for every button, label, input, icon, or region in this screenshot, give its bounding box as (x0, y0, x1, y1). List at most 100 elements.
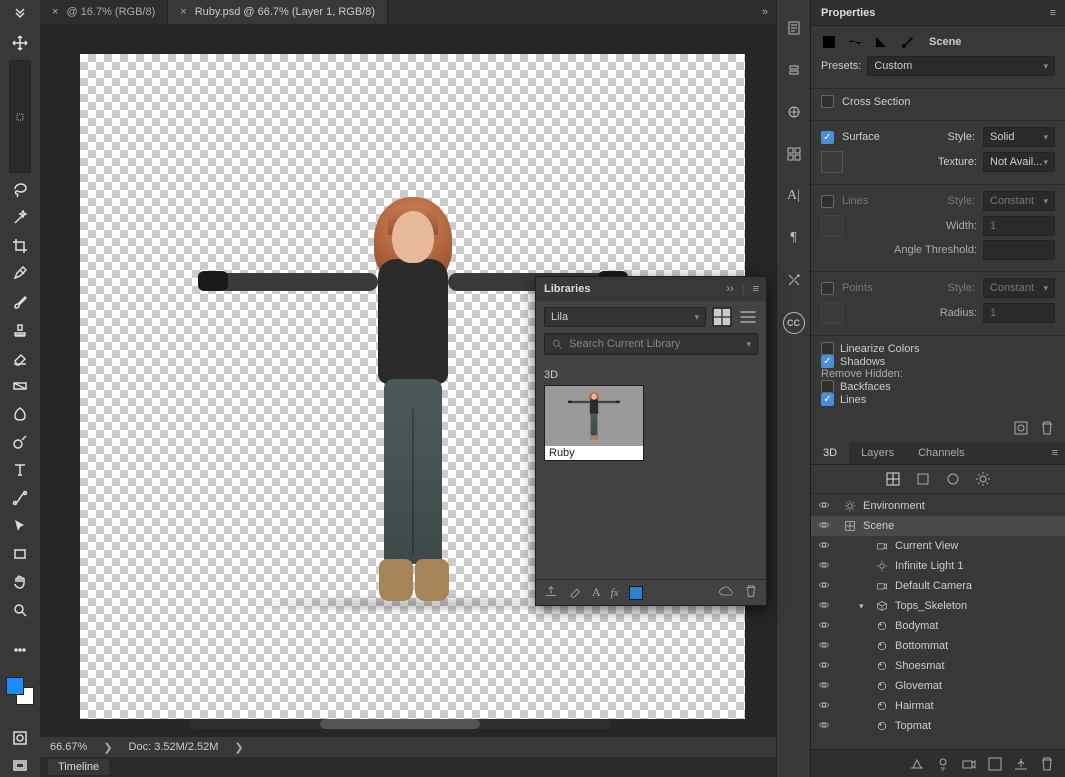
crop-tool[interactable] (9, 235, 31, 257)
surface-style-select[interactable]: Solid▾ (983, 127, 1055, 147)
lines-checkbox[interactable] (821, 195, 834, 208)
visibility-icon[interactable] (817, 639, 831, 654)
surface-checkbox[interactable]: ✓ (821, 131, 834, 144)
eraser-tool[interactable] (9, 347, 31, 369)
visibility-icon[interactable] (817, 519, 831, 534)
filter-mesh-icon[interactable] (915, 471, 931, 487)
foreground-color-swatch[interactable] (6, 677, 24, 695)
grid-view-icon[interactable] (712, 307, 732, 327)
render-icon[interactable] (1013, 420, 1029, 436)
backfaces-checkbox[interactable] (821, 380, 834, 393)
visibility-icon[interactable] (817, 579, 831, 594)
library-asset[interactable]: Ruby (544, 385, 644, 461)
libraries-header[interactable]: Libraries ›› | ≡ (536, 277, 766, 301)
mesh-icon[interactable] (821, 34, 837, 50)
stamp-tool[interactable] (9, 319, 31, 341)
tree-item[interactable]: Scene (811, 516, 1065, 536)
tree-item[interactable]: Bodymat (811, 616, 1065, 636)
color-swatches[interactable] (6, 677, 34, 705)
ground-plane-icon[interactable] (909, 756, 925, 772)
panel-menu-icon[interactable]: ≡ (753, 283, 758, 295)
cloud-icon[interactable] (718, 584, 734, 601)
render-icon[interactable] (987, 756, 1003, 772)
char-style-icon[interactable]: A (592, 585, 601, 600)
dodge-tool[interactable] (9, 431, 31, 453)
visibility-icon[interactable] (817, 499, 831, 514)
points-radius-input[interactable]: 1 (983, 303, 1055, 323)
type-tool[interactable] (9, 459, 31, 481)
visibility-icon[interactable] (817, 719, 831, 734)
chevron-icon[interactable]: ❯ (234, 741, 243, 754)
visibility-icon[interactable] (817, 619, 831, 634)
marquee-tool[interactable] (9, 60, 31, 173)
lines-angle-input[interactable] (983, 240, 1055, 260)
surface-color-swatch[interactable] (821, 151, 843, 173)
collapse-icon[interactable]: ›› (726, 283, 733, 295)
surface-texture-select[interactable]: Not Avail...▾ (983, 152, 1055, 172)
horizontal-scrollbar[interactable] (190, 719, 610, 729)
new-light-icon[interactable] (935, 756, 951, 772)
tab-3d[interactable]: 3D (811, 442, 849, 464)
close-icon[interactable]: × (180, 6, 186, 18)
trash-icon[interactable] (1039, 420, 1055, 436)
lines-color-swatch[interactable] (821, 215, 843, 237)
visibility-icon[interactable] (817, 659, 831, 674)
document-tab[interactable]: × @ 16.7% (RGB/8) (40, 0, 168, 24)
history-panel-icon[interactable] (784, 18, 804, 38)
close-icon[interactable]: × (52, 6, 58, 18)
visibility-icon[interactable] (817, 539, 831, 554)
tree-item[interactable]: Topmat (811, 716, 1065, 736)
lines2-checkbox[interactable]: ✓ (821, 393, 834, 406)
shadows-checkbox[interactable]: ✓ (821, 355, 834, 368)
document-tab[interactable]: × Ruby.psd @ 66.7% (Layer 1, RGB/8) (168, 0, 388, 24)
path-tool[interactable] (9, 487, 31, 509)
hand-tool[interactable] (9, 571, 31, 593)
zoom-tool[interactable] (9, 599, 31, 621)
swatches-panel-icon[interactable] (784, 144, 804, 164)
3d-scene-tree[interactable]: EnvironmentSceneCurrent ViewInfinite Lig… (811, 494, 1065, 749)
cross-section-checkbox[interactable] (821, 95, 834, 108)
add-icon[interactable] (1013, 756, 1029, 772)
tab-channels[interactable]: Channels (906, 442, 976, 464)
panel-menu-icon[interactable]: ≡ (1044, 442, 1065, 464)
brush-icon[interactable] (568, 584, 582, 601)
timeline-panel[interactable]: Timeline (40, 757, 776, 777)
trash-icon[interactable] (1039, 756, 1055, 772)
tree-item[interactable]: Bottommat (811, 636, 1065, 656)
lasso-tool[interactable] (9, 179, 31, 201)
smudge-tool[interactable] (9, 403, 31, 425)
trash-icon[interactable] (744, 584, 758, 601)
points-color-swatch[interactable] (821, 302, 843, 324)
zoom-level[interactable]: 66.67% (50, 741, 87, 753)
direct-select-tool[interactable] (9, 515, 31, 537)
color-chip[interactable] (629, 586, 643, 600)
tree-item[interactable]: Glovemat (811, 676, 1065, 696)
panel-menu-icon[interactable]: ≡ (1050, 7, 1055, 19)
properties-header[interactable]: Properties ≡ (811, 0, 1065, 26)
adjustments-panel-icon[interactable] (784, 102, 804, 122)
tree-item[interactable]: Current View (811, 536, 1065, 556)
tab-layers[interactable]: Layers (849, 442, 906, 464)
tree-item[interactable]: Hairmat (811, 696, 1065, 716)
presets-select[interactable]: Custom▾ (867, 56, 1055, 76)
visibility-icon[interactable] (817, 679, 831, 694)
ellipsis-icon[interactable] (9, 639, 31, 661)
timeline-tab[interactable]: Timeline (48, 759, 109, 775)
deform-icon[interactable] (847, 34, 863, 50)
points-checkbox[interactable] (821, 282, 834, 295)
tree-item[interactable]: Infinite Light 1 (811, 556, 1065, 576)
character-panel-icon[interactable]: A| (784, 186, 804, 206)
cc-panel-icon[interactable]: CC (783, 312, 805, 334)
tools-panel-icon[interactable] (784, 270, 804, 290)
lines-style-select[interactable]: Constant▾ (983, 191, 1055, 211)
filter-scene-icon[interactable] (885, 471, 901, 487)
quickmask-icon[interactable] (9, 727, 31, 749)
gradient-tool[interactable] (9, 375, 31, 397)
color-panel-icon[interactable] (784, 60, 804, 80)
tree-item[interactable]: Shoesmat (811, 656, 1065, 676)
coords-icon[interactable] (873, 34, 889, 50)
visibility-icon[interactable] (817, 699, 831, 714)
camera-icon[interactable] (961, 756, 977, 772)
upload-icon[interactable] (544, 584, 558, 601)
library-select[interactable]: Lila▾ (544, 307, 706, 327)
